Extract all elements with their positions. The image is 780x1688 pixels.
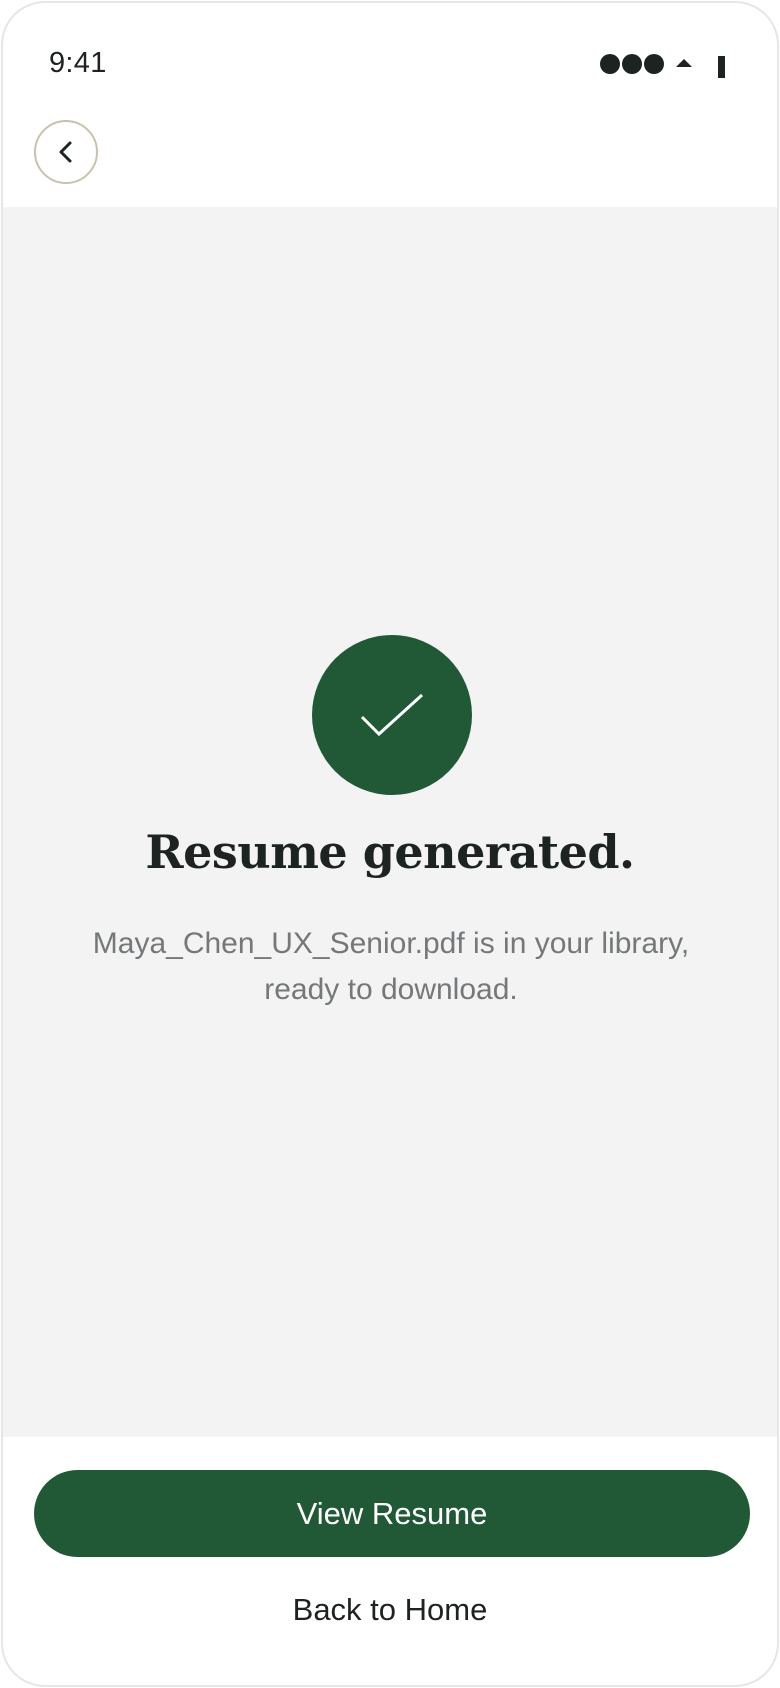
view-resume-button[interactable]: View Resume <box>34 1470 750 1557</box>
signal-icon <box>600 54 664 74</box>
success-badge <box>312 635 472 795</box>
status-bar: 9:41 <box>3 3 777 113</box>
wifi-icon <box>676 59 692 67</box>
status-time: 9:41 <box>49 47 107 79</box>
page-title: Resume generated. <box>145 825 635 879</box>
phone-screen: 9:41 Resume generated. Maya_Chen_UX_Seni… <box>1 1 779 1687</box>
success-panel: Resume generated. Maya_Chen_UX_Senior.pd… <box>3 207 777 1437</box>
success-message: Maya_Chen_UX_Senior.pdf is in your libra… <box>92 927 690 1006</box>
back-button[interactable] <box>34 120 98 184</box>
status-icons <box>600 51 725 78</box>
back-to-home-link[interactable]: Back to Home <box>3 1592 777 1628</box>
check-icon <box>360 693 424 737</box>
battery-icon <box>718 56 725 78</box>
chevron-left-icon <box>59 141 72 163</box>
